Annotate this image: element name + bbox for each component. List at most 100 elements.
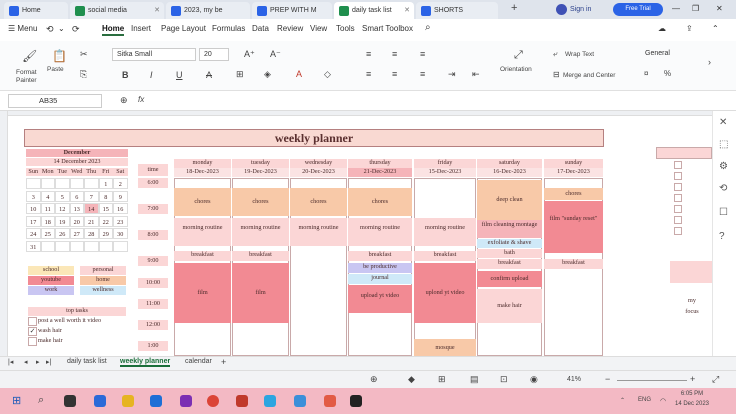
entry-morning-routine-fri[interactable]: morning routine — [414, 218, 476, 246]
paste-label[interactable]: Paste — [47, 66, 64, 73]
calendar-day[interactable]: 3 — [26, 190, 41, 202]
settings-icon[interactable]: ⚙ — [719, 161, 728, 172]
underline-icon[interactable]: U — [176, 70, 183, 80]
calendar-day[interactable]: 5 — [55, 190, 70, 202]
reading-view-icon[interactable]: ◉ — [530, 374, 538, 385]
cut-icon[interactable]: ✂ — [80, 49, 88, 60]
orientation-label[interactable]: Orientation — [500, 66, 532, 73]
minimize-icon[interactable]: — — [672, 4, 680, 13]
wrap-text-icon[interactable]: ⤶ — [553, 49, 557, 59]
history-icon[interactable]: ⟲ — [719, 183, 727, 194]
outdent-icon[interactable]: ⇤ — [472, 69, 480, 80]
italic-icon[interactable]: I — [150, 70, 153, 80]
telegram-icon[interactable] — [264, 395, 276, 407]
calendar-day[interactable]: 21 — [84, 215, 99, 227]
menu-tools[interactable]: Tools — [336, 24, 355, 33]
wps-taskbar-icon[interactable] — [324, 395, 336, 407]
calendar-day[interactable]: 14 — [84, 203, 99, 214]
more-icon[interactable]: ⌃ — [712, 24, 719, 33]
tab-2023[interactable]: 2023, my be — [166, 2, 250, 19]
entry-morning-routine-wed[interactable]: morning routine — [290, 218, 347, 246]
entry-chores-thu[interactable]: chores — [348, 188, 412, 216]
collapse-icon[interactable]: ✕ — [719, 117, 727, 128]
entry-upload-thu[interactable]: upload yt video — [348, 285, 412, 313]
prev-sheet-icon[interactable]: ◂ — [24, 358, 28, 366]
mail-icon[interactable] — [294, 395, 306, 407]
calendar-day[interactable]: 10 — [26, 203, 41, 214]
calendar-day[interactable]: 31 — [26, 240, 41, 252]
comment-icon[interactable]: ☐ — [719, 207, 728, 218]
last-sheet-icon[interactable]: ▸| — [46, 358, 51, 366]
entry-be-productive[interactable]: be productive — [348, 263, 412, 273]
tab-home[interactable]: Home — [4, 2, 68, 19]
font-color-icon[interactable]: A — [296, 69, 302, 79]
wifi-icon[interactable]: ◠ — [660, 397, 666, 405]
entry-confirm-upload[interactable]: confirm upload — [477, 271, 542, 287]
menu-formulas[interactable]: Formulas — [212, 24, 245, 33]
clock-time[interactable]: 6:05 PM — [672, 391, 712, 397]
calendar-day[interactable] — [69, 240, 84, 252]
search-icon[interactable]: ⌕ — [425, 22, 431, 33]
calendar-day[interactable] — [113, 240, 128, 252]
calendar-day[interactable]: 26 — [55, 228, 70, 239]
task-checkbox[interactable] — [28, 337, 37, 346]
task-checkbox-checked[interactable]: ✓ — [28, 327, 37, 336]
solitaire-icon[interactable] — [236, 395, 248, 407]
copy-icon[interactable]: ⎘ — [80, 69, 87, 80]
indent-icon[interactable]: ⇥ — [448, 69, 456, 80]
calendar-day[interactable]: 2 — [113, 178, 128, 189]
normal-view-icon[interactable]: ⊞ — [438, 374, 446, 385]
wrap-text-label[interactable]: Wrap Text — [565, 51, 594, 58]
percent-icon[interactable]: % — [664, 69, 671, 78]
menu-smart-toolbox[interactable]: Smart Toolbox — [362, 24, 413, 33]
app-menu[interactable]: ☰ Menu — [8, 24, 37, 33]
calendar-day[interactable] — [98, 240, 113, 252]
entry-exfoliate[interactable]: exfoliate & shave — [477, 239, 542, 248]
increase-font-icon[interactable]: A⁺ — [244, 49, 255, 60]
entry-film-sunday[interactable]: film "sunday reset" — [544, 201, 603, 253]
align-left-icon[interactable]: ≡ — [366, 69, 371, 79]
format-painter-icon[interactable]: 🖌 — [22, 49, 37, 63]
close-window-icon[interactable]: ✕ — [716, 4, 723, 13]
calendar-day[interactable] — [84, 240, 99, 252]
calendar-day[interactable]: 24 — [26, 228, 41, 239]
fill-color-icon[interactable]: ◈ — [264, 69, 271, 80]
fill-icon[interactable]: ◆ — [408, 374, 415, 385]
entry-make-hair[interactable]: make hair — [477, 289, 542, 323]
entry-breakfast-sat[interactable]: breakfast — [477, 259, 542, 269]
menu-view[interactable]: View — [310, 24, 327, 33]
first-sheet-icon[interactable]: |◂ — [8, 358, 13, 366]
calendar-day[interactable]: 4 — [40, 190, 55, 202]
calendar-day[interactable] — [55, 240, 70, 252]
partial-checkbox[interactable] — [674, 172, 682, 180]
calendar-day[interactable]: 15 — [98, 203, 113, 214]
calendar-day[interactable]: 29 — [98, 228, 113, 239]
calendar-day[interactable]: 28 — [84, 228, 99, 239]
calendar-day[interactable]: 6 — [69, 190, 84, 202]
history-icon[interactable]: ⌄ — [58, 24, 65, 33]
next-sheet-icon[interactable]: ▸ — [36, 358, 40, 366]
align-bottom-icon[interactable]: ≡ — [420, 49, 425, 59]
calendar-day[interactable]: 18 — [40, 215, 55, 227]
entry-chores-sun[interactable]: chores — [544, 188, 603, 200]
help-icon[interactable]: ? — [719, 231, 725, 242]
entry-mosque[interactable]: mosque — [414, 339, 476, 356]
entry-chores-mon[interactable]: chores — [174, 188, 231, 216]
entry-film-cleaning[interactable]: film cleaning montage — [477, 220, 542, 238]
entry-bath[interactable]: bath — [477, 249, 542, 258]
calendar-day[interactable] — [55, 178, 70, 189]
bold-icon[interactable]: B — [122, 70, 129, 80]
tab-calendar-sheet[interactable]: calendar — [185, 358, 212, 365]
calendar-day[interactable]: 7 — [84, 190, 99, 202]
menu-data[interactable]: Data — [252, 24, 269, 33]
strikethrough-icon[interactable]: A — [206, 70, 212, 80]
task-view-icon[interactable] — [64, 395, 76, 407]
align-right-icon[interactable]: ≡ — [420, 69, 425, 79]
align-middle-icon[interactable]: ≡ — [392, 49, 397, 59]
menu-home[interactable]: Home — [102, 24, 125, 36]
calendar-day[interactable]: 12 — [55, 203, 70, 214]
calendar-day[interactable]: 17 — [26, 215, 41, 227]
entry-morning-routine-mon[interactable]: morning routine — [174, 218, 231, 246]
tab-shorts[interactable]: SHORTS — [416, 2, 498, 19]
calendar-day[interactable]: 19 — [55, 215, 70, 227]
